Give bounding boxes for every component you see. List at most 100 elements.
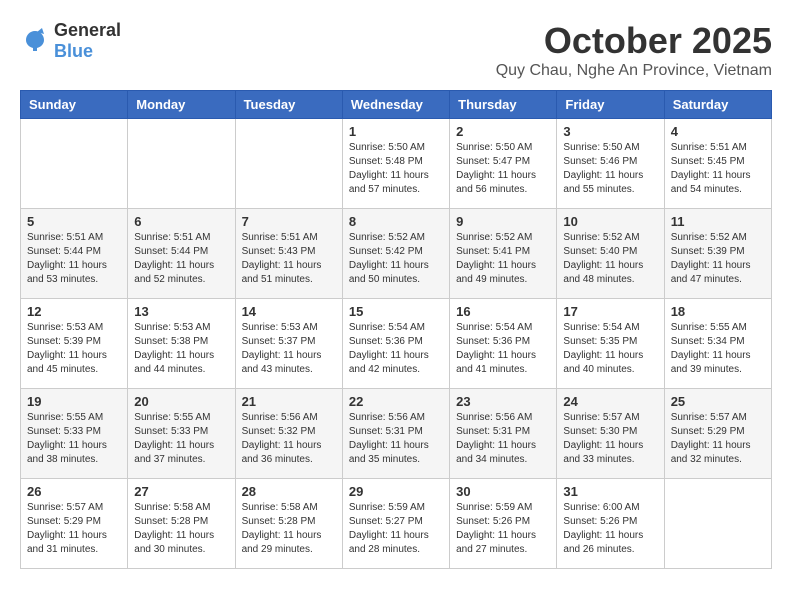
calendar-cell: 9Sunrise: 5:52 AMSunset: 5:41 PMDaylight… <box>450 209 557 299</box>
day-number: 12 <box>27 304 121 319</box>
day-info: Sunrise: 5:56 AMSunset: 5:32 PMDaylight:… <box>242 411 336 467</box>
calendar-cell: 25 Sunrise: 5:57 AMSunset: 5:29 PMDayligh… <box>664 389 771 479</box>
calendar-cell: 31 Sunrise: 6:00 AMSunset: 5:26 PMDayligh… <box>557 479 664 569</box>
calendar-cell: 27 Sunrise: 5:58 AMSunset: 5:28 PMDayligh… <box>128 479 235 569</box>
weekday-header-cell: Tuesday <box>235 91 342 119</box>
calendar-cell: 29Sunrise: 5:59 AMSunset: 5:27 PMDayligh… <box>342 479 449 569</box>
calendar-cell: 15 Sunrise: 5:54 AMSunset: 5:36 PMDayligh… <box>342 299 449 389</box>
day-info: Sunrise: 5:54 AMSunset: 5:36 PMDaylight:… <box>349 321 443 377</box>
day-info: Sunrise: 5:56 AMSunset: 5:31 PMDaylight:… <box>349 411 443 467</box>
calendar-cell: 23Sunrise: 5:56 AMSunset: 5:31 PMDayligh… <box>450 389 557 479</box>
calendar-cell <box>21 119 128 209</box>
day-number: 10 <box>563 214 657 229</box>
weekday-header-cell: Sunday <box>21 91 128 119</box>
day-number: 13 <box>134 304 228 319</box>
calendar-cell <box>235 119 342 209</box>
day-number: 25 <box>671 394 765 409</box>
location-title: Quy Chau, Nghe An Province, Vietnam <box>496 62 772 80</box>
weekday-header-cell: Saturday <box>664 91 771 119</box>
day-info: Sunrise: 5:51 AMSunset: 5:44 PMDaylight:… <box>27 231 121 287</box>
calendar-week-row: 26Sunrise: 5:57 AMSunset: 5:29 PMDayligh… <box>21 479 772 569</box>
day-number: 23 <box>456 394 550 409</box>
day-info: Sunrise: 6:00 AMSunset: 5:26 PMDaylight:… <box>563 501 657 557</box>
calendar-cell: 13 Sunrise: 5:53 AMSunset: 5:38 PMDayligh… <box>128 299 235 389</box>
weekday-header-row: SundayMondayTuesdayWednesdayThursdayFrid… <box>21 91 772 119</box>
weekday-header-cell: Wednesday <box>342 91 449 119</box>
calendar-cell: 2 Sunrise: 5:50 AMSunset: 5:47 PMDaylight… <box>450 119 557 209</box>
day-number: 31 <box>563 484 657 499</box>
calendar-cell <box>664 479 771 569</box>
day-info: Sunrise: 5:51 AMSunset: 5:43 PMDaylight:… <box>242 231 336 287</box>
day-number: 18 <box>671 304 765 319</box>
day-number: 22 <box>349 394 443 409</box>
day-info: Sunrise: 5:52 AMSunset: 5:41 PMDaylight:… <box>456 231 550 287</box>
day-info: Sunrise: 5:51 AMSunset: 5:45 PMDaylight:… <box>671 141 765 197</box>
calendar-cell: 28 Sunrise: 5:58 AMSunset: 5:28 PMDayligh… <box>235 479 342 569</box>
calendar-cell: 12 Sunrise: 5:53 AMSunset: 5:39 PMDayligh… <box>21 299 128 389</box>
calendar-cell: 19Sunrise: 5:55 AMSunset: 5:33 PMDayligh… <box>21 389 128 479</box>
day-info: Sunrise: 5:50 AMSunset: 5:46 PMDaylight:… <box>563 141 657 197</box>
day-number: 27 <box>134 484 228 499</box>
day-number: 15 <box>349 304 443 319</box>
day-info: Sunrise: 5:54 AMSunset: 5:36 PMDaylight:… <box>456 321 550 377</box>
logo-general: General <box>54 20 121 41</box>
day-info: Sunrise: 5:57 AMSunset: 5:29 PMDaylight:… <box>671 411 765 467</box>
calendar-cell: 3 Sunrise: 5:50 AMSunset: 5:46 PMDaylight… <box>557 119 664 209</box>
calendar-cell: 20 Sunrise: 5:55 AMSunset: 5:33 PMDayligh… <box>128 389 235 479</box>
day-number: 24 <box>563 394 657 409</box>
calendar-cell: 10 Sunrise: 5:52 AMSunset: 5:40 PMDayligh… <box>557 209 664 299</box>
day-info: Sunrise: 5:54 AMSunset: 5:35 PMDaylight:… <box>563 321 657 377</box>
day-number: 20 <box>134 394 228 409</box>
day-number: 7 <box>242 214 336 229</box>
logo-blue: Blue <box>54 41 93 61</box>
weekday-header-cell: Friday <box>557 91 664 119</box>
month-title: October 2025 <box>496 20 772 62</box>
weekday-header-cell: Thursday <box>450 91 557 119</box>
day-info: Sunrise: 5:51 AMSunset: 5:44 PMDaylight:… <box>134 231 228 287</box>
calendar-cell <box>128 119 235 209</box>
day-info: Sunrise: 5:59 AMSunset: 5:26 PMDaylight:… <box>456 501 550 557</box>
day-number: 28 <box>242 484 336 499</box>
day-number: 2 <box>456 124 550 139</box>
day-number: 17 <box>563 304 657 319</box>
day-info: Sunrise: 5:55 AMSunset: 5:33 PMDaylight:… <box>134 411 228 467</box>
day-number: 19 <box>27 394 121 409</box>
calendar-week-row: 12 Sunrise: 5:53 AMSunset: 5:39 PMDayligh… <box>21 299 772 389</box>
calendar-table: SundayMondayTuesdayWednesdayThursdayFrid… <box>20 90 772 569</box>
logo-icon <box>20 26 50 56</box>
day-info: Sunrise: 5:50 AMSunset: 5:47 PMDaylight:… <box>456 141 550 197</box>
day-info: Sunrise: 5:58 AMSunset: 5:28 PMDaylight:… <box>134 501 228 557</box>
calendar-cell: 1Sunrise: 5:50 AMSunset: 5:48 PMDaylight… <box>342 119 449 209</box>
day-number: 21 <box>242 394 336 409</box>
calendar-cell: 4Sunrise: 5:51 AMSunset: 5:45 PMDaylight… <box>664 119 771 209</box>
calendar-week-row: 1Sunrise: 5:50 AMSunset: 5:48 PMDaylight… <box>21 119 772 209</box>
day-number: 26 <box>27 484 121 499</box>
calendar-body: 1Sunrise: 5:50 AMSunset: 5:48 PMDaylight… <box>21 119 772 569</box>
day-info: Sunrise: 5:53 AMSunset: 5:37 PMDaylight:… <box>242 321 336 377</box>
calendar-cell: 7 Sunrise: 5:51 AMSunset: 5:43 PMDaylight… <box>235 209 342 299</box>
calendar-cell: 21 Sunrise: 5:56 AMSunset: 5:32 PMDayligh… <box>235 389 342 479</box>
day-number: 14 <box>242 304 336 319</box>
day-number: 3 <box>563 124 657 139</box>
day-number: 8 <box>349 214 443 229</box>
day-info: Sunrise: 5:53 AMSunset: 5:39 PMDaylight:… <box>27 321 121 377</box>
calendar-cell: 11Sunrise: 5:52 AMSunset: 5:39 PMDayligh… <box>664 209 771 299</box>
calendar-cell: 17 Sunrise: 5:54 AMSunset: 5:35 PMDayligh… <box>557 299 664 389</box>
day-info: Sunrise: 5:52 AMSunset: 5:42 PMDaylight:… <box>349 231 443 287</box>
day-info: Sunrise: 5:52 AMSunset: 5:39 PMDaylight:… <box>671 231 765 287</box>
calendar-week-row: 19 Sunrise: 5:55 AMSunset: 5:33 PMDayligh… <box>21 389 772 479</box>
calendar-cell: 26Sunrise: 5:57 AMSunset: 5:29 PMDayligh… <box>21 479 128 569</box>
calendar-week-row: 5 Sunrise: 5:51 AMSunset: 5:44 PMDaylight… <box>21 209 772 299</box>
calendar-cell: 24 Sunrise: 5:57 AMSunset: 5:30 PMDayligh… <box>557 389 664 479</box>
day-info: Sunrise: 5:58 AMSunset: 5:28 PMDaylight:… <box>242 501 336 557</box>
day-number: 29 <box>349 484 443 499</box>
day-number: 5 <box>27 214 121 229</box>
day-number: 6 <box>134 214 228 229</box>
day-info: Sunrise: 5:53 AMSunset: 5:38 PMDaylight:… <box>134 321 228 377</box>
day-info: Sunrise: 5:57 AMSunset: 5:30 PMDaylight:… <box>563 411 657 467</box>
header: General Blue October 2025 Quy Chau, Nghe… <box>20 20 772 80</box>
calendar-cell: 22 Sunrise: 5:56 AMSunset: 5:31 PMDayligh… <box>342 389 449 479</box>
day-info: Sunrise: 5:52 AMSunset: 5:40 PMDaylight:… <box>563 231 657 287</box>
day-info: Sunrise: 5:50 AMSunset: 5:48 PMDaylight:… <box>349 141 443 197</box>
calendar-cell: 5 Sunrise: 5:51 AMSunset: 5:44 PMDaylight… <box>21 209 128 299</box>
